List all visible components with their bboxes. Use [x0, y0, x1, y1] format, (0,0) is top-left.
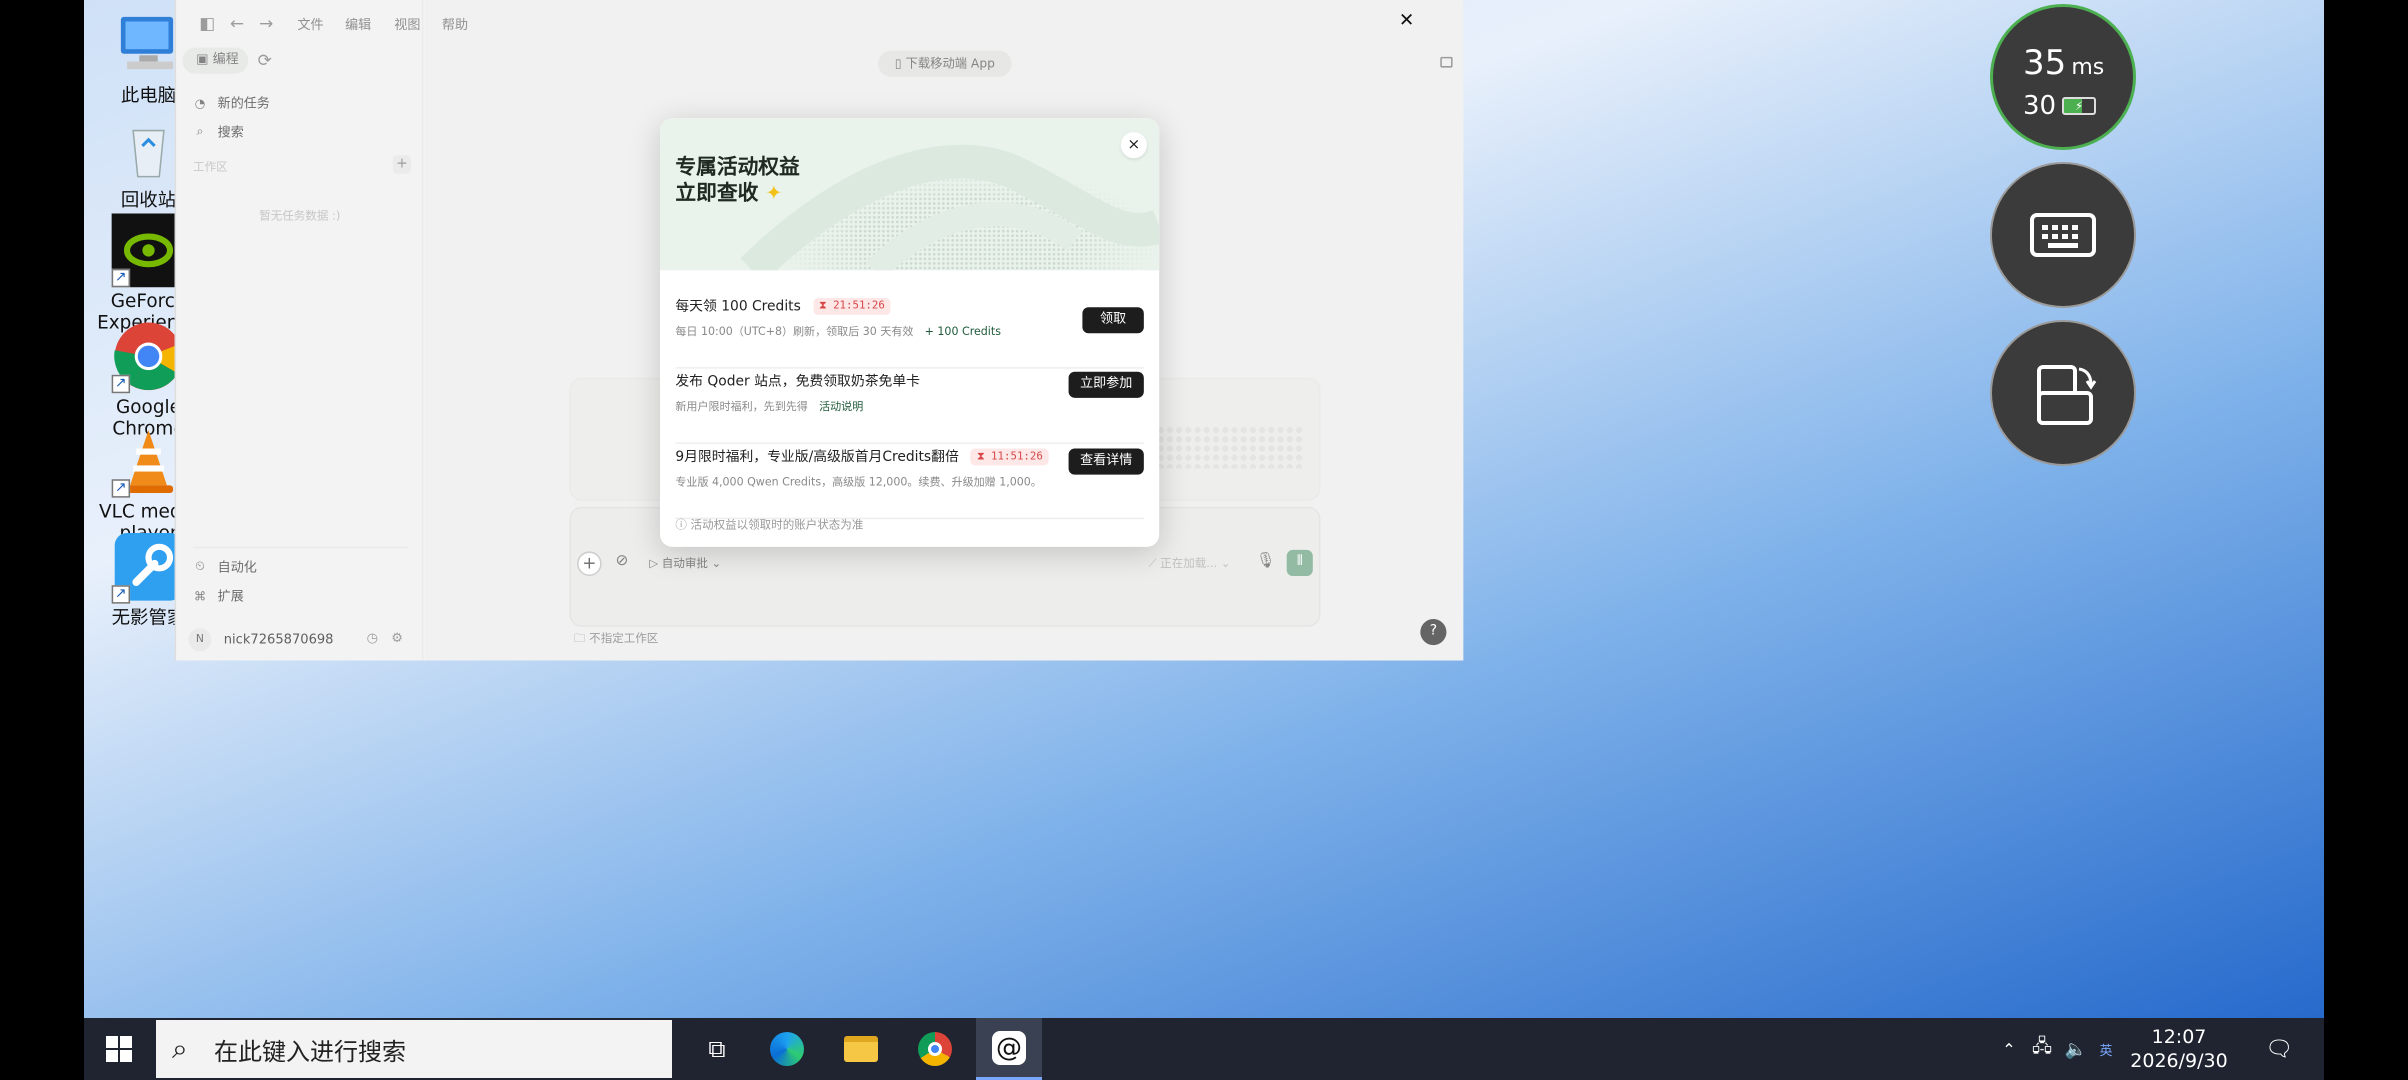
taskbar-edge[interactable] — [754, 1018, 820, 1080]
countdown-value: 21:51:26 — [833, 299, 885, 312]
credits-bonus-text: + 100 Credits — [924, 324, 1001, 338]
rotate-screen-button[interactable] — [1990, 320, 2136, 466]
keyboard-icon — [2030, 213, 2096, 257]
promo-modal: 专属活动权益 立即查收 ✦ × 每天领 100 Credits ⧗ 21:51:… — [660, 118, 1160, 547]
taskbar-file-explorer[interactable] — [828, 1018, 894, 1080]
shortcut-arrow-icon: ↗ — [111, 374, 131, 394]
sparkle-icon: ✦ — [765, 182, 783, 206]
promo-title-line2: 立即查收 ✦ — [675, 175, 782, 206]
taskbar-chrome[interactable] — [902, 1018, 968, 1080]
offer-subtitle: 新用户限时福利，先到先得 活动说明 — [675, 399, 863, 414]
hourglass-icon: ⧗ — [819, 299, 827, 312]
task-view-icon: ⧉ — [708, 1035, 726, 1063]
offer-title: 9月限时福利，专业版/高级版首月Credits翻倍 ⧗ 11:51:26 — [675, 445, 1049, 466]
offer-title: 每天领 100 Credits ⧗ 21:51:26 — [675, 295, 891, 315]
join-now-button[interactable]: 立即参加 — [1068, 371, 1144, 398]
task-view-button[interactable]: ⧉ — [684, 1018, 750, 1080]
countdown-badge: ⧗ 21:51:26 — [812, 297, 891, 315]
taskbar-qoder-app[interactable]: @ — [976, 1018, 1042, 1080]
offer-subtitle: 每日 10:00（UTC+8）刷新，领取后 30 天有效 + 100 Credi… — [675, 324, 1001, 339]
info-icon: ⓘ — [675, 517, 687, 532]
hourglass-icon: ⧗ — [977, 450, 985, 463]
volume-icon[interactable]: 🔈 — [2060, 1018, 2092, 1080]
notification-icon[interactable]: 🗨 — [2254, 1018, 2304, 1080]
promo-title-line2-text: 立即查收 — [675, 181, 759, 206]
battery-charging-icon: ⚡ — [2062, 97, 2097, 115]
network-icon[interactable]: 🖧 — [2026, 1018, 2058, 1080]
show-hidden-icons[interactable]: ⌃ — [1994, 1018, 2024, 1080]
fps-value: 30 — [2023, 91, 2057, 121]
offer-item-daily-credits: 每天领 100 Credits ⧗ 21:51:26 每日 10:00（UTC+… — [675, 295, 1144, 369]
countdown-badge: ⧗ 11:51:26 — [970, 448, 1049, 466]
footnote-text: 活动权益以领取时的账户状态为准 — [690, 517, 864, 532]
activity-details-link[interactable]: 活动说明 — [819, 399, 863, 413]
close-button[interactable]: × — [1120, 132, 1147, 159]
offer-title-text: 9月限时福利，专业版/高级版首月Credits翻倍 — [675, 450, 959, 466]
countdown-value: 11:51:26 — [991, 450, 1043, 463]
chrome-icon — [918, 1032, 952, 1066]
offer-item-qoder-site: 发布 Qoder 站点，免费领取奶茶免单卡 新用户限时福利，先到先得 活动说明 … — [675, 370, 1144, 444]
taskbar-search-box[interactable]: ⌕ 在此键入进行搜索 — [156, 1020, 672, 1078]
taskbar: ⌕ 在此键入进行搜索 ⧉ @ ⌃ 🖧 🔈 英 12:07 2026/9/30 🗨 — [84, 1018, 2324, 1080]
taskbar-search-placeholder: 在此键入进行搜索 — [214, 1037, 406, 1066]
latency-indicator[interactable]: 35 ms 30 ⚡ — [1990, 4, 2136, 150]
ime-indicator[interactable]: 英 — [2094, 1018, 2118, 1080]
view-details-button[interactable]: 查看详情 — [1068, 448, 1144, 475]
clock-time: 12:07 — [2151, 1026, 2207, 1048]
offer-title-text: 每天领 100 Credits — [675, 299, 801, 315]
folder-icon — [844, 1036, 878, 1062]
shortcut-arrow-icon: ↗ — [111, 479, 131, 498]
search-icon: ⌕ — [172, 1032, 188, 1065]
window-close-icon[interactable]: ✕ — [1399, 9, 1414, 31]
start-button[interactable] — [84, 1018, 154, 1080]
promo-modal-header: 专属活动权益 立即查收 ✦ × — [660, 118, 1160, 271]
offer-title: 发布 Qoder 站点，免费领取奶茶免单卡 — [675, 374, 920, 391]
offer-subtitle-text: 每日 10:00（UTC+8）刷新，领取后 30 天有效 — [675, 324, 914, 338]
qoder-icon: @ — [992, 1030, 1026, 1065]
app-window: ▯ 下载移动端 App + ⊘ ▷ 自动审批 ⌄ ⟋ 正在加载... ⌄ 🎙 ⫴… — [174, 0, 1464, 661]
offer-item-september-promo: 9月限时福利，专业版/高级版首月Credits翻倍 ⧗ 11:51:26 专业版… — [675, 445, 1144, 520]
edge-icon — [770, 1032, 804, 1066]
keyboard-button[interactable] — [1990, 162, 2136, 308]
shortcut-arrow-icon: ↗ — [111, 585, 131, 604]
rotate-screen-icon — [2037, 365, 2097, 425]
windows-logo-icon — [106, 1036, 132, 1062]
offer-subtitle: 专业版 4,000 Qwen Credits，高级版 12,000。续费、升级加… — [675, 474, 1042, 489]
claim-button[interactable]: 领取 — [1082, 307, 1144, 334]
modal-footnote: ⓘ 活动权益以领取时的账户状态为准 — [675, 516, 863, 533]
offer-subtitle-text: 新用户限时福利，先到先得 — [675, 399, 808, 414]
remote-desktop-screen: 此电脑 回收站 ↗ GeForce Experience ↗ Google Ch… — [84, 0, 2324, 1080]
latency-value: 35 — [2023, 43, 2067, 83]
clock-date: 2026/9/30 — [2130, 1050, 2228, 1072]
shortcut-arrow-icon: ↗ — [111, 268, 131, 288]
latency-unit: ms — [2071, 55, 2105, 80]
clock[interactable]: 12:07 2026/9/30 — [2124, 1018, 2234, 1080]
